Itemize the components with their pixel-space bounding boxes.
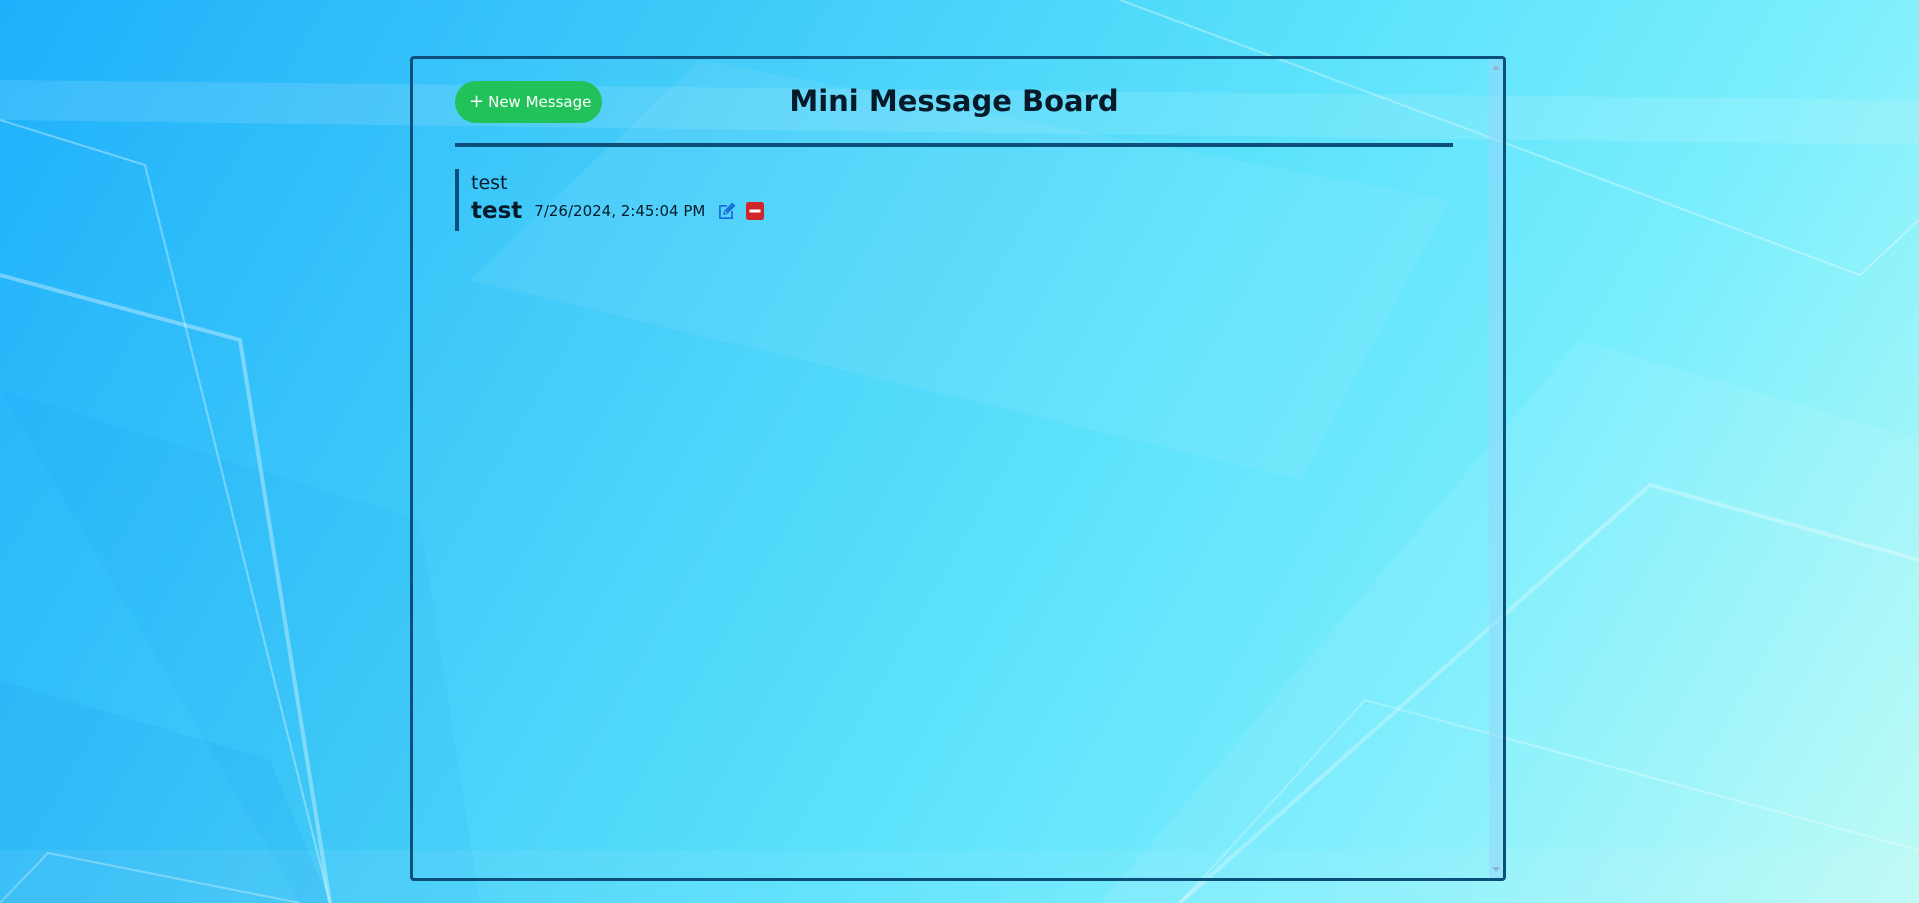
message-board: Mini Message Board + New Message test te…: [410, 56, 1506, 881]
scroll-up-icon[interactable]: [1492, 65, 1500, 70]
message-date: 7/26/2024, 2:45:04 PM: [534, 202, 706, 220]
message-author: test: [471, 198, 523, 224]
message-meta: test 7/26/2024, 2:45:04 PM: [471, 198, 765, 224]
scrollbar[interactable]: [1489, 59, 1503, 878]
edit-icon[interactable]: [717, 201, 737, 221]
new-message-label: New Message: [488, 93, 592, 111]
message-text: test: [471, 172, 508, 194]
scroll-down-icon[interactable]: [1492, 867, 1500, 872]
plus-icon: +: [469, 91, 485, 112]
board-header: Mini Message Board + New Message: [455, 81, 1453, 147]
new-message-button[interactable]: + New Message: [455, 81, 603, 123]
delete-icon[interactable]: [745, 201, 765, 221]
page-title: Mini Message Board: [789, 84, 1119, 118]
list-item: test test 7/26/2024, 2:45:04 PM: [455, 169, 765, 231]
